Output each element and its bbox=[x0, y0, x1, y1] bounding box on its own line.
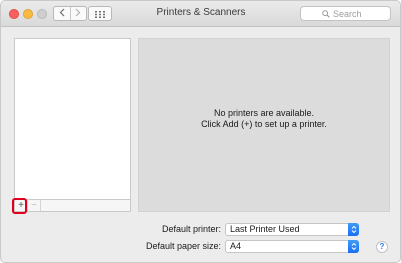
title-bar: Printers & Scanners bbox=[1, 1, 400, 27]
search-field[interactable] bbox=[300, 6, 391, 21]
search-icon bbox=[322, 5, 330, 23]
default-printer-value: Last Printer Used bbox=[230, 224, 300, 234]
empty-state-line-2: Click Add (+) to set up a printer. bbox=[201, 119, 327, 129]
show-all-button[interactable] bbox=[88, 6, 112, 21]
up-down-chevron-icon bbox=[348, 223, 359, 236]
zoom-window-button[interactable] bbox=[37, 9, 47, 19]
default-printer-label: Default printer: bbox=[161, 224, 221, 234]
printers-scanners-window: Printers & Scanners + − No printers are … bbox=[0, 0, 401, 263]
paper-size-select[interactable]: A4 bbox=[225, 240, 359, 253]
grid-icon bbox=[95, 5, 105, 23]
default-printer-select[interactable]: Last Printer Used bbox=[225, 223, 359, 236]
empty-state-message: No printers are available. Click Add (+)… bbox=[139, 108, 389, 130]
window-title: Printers & Scanners bbox=[156, 7, 246, 18]
search-input[interactable] bbox=[333, 8, 369, 19]
paper-size-label: Default paper size: bbox=[145, 241, 221, 251]
back-button[interactable] bbox=[54, 7, 70, 20]
close-window-button[interactable] bbox=[9, 9, 19, 19]
chevron-right-icon bbox=[75, 8, 81, 20]
navigation-buttons bbox=[53, 6, 87, 21]
add-printer-button[interactable]: + bbox=[15, 200, 28, 211]
paper-size-value: A4 bbox=[230, 241, 242, 251]
chevron-left-icon bbox=[59, 8, 65, 20]
empty-state-line-1: No printers are available. bbox=[213, 108, 315, 118]
forward-button[interactable] bbox=[69, 7, 87, 20]
printer-list[interactable] bbox=[14, 38, 131, 199]
remove-printer-button[interactable]: − bbox=[28, 200, 41, 211]
minimize-window-button[interactable] bbox=[23, 9, 33, 19]
printer-detail-panel: No printers are available. Click Add (+)… bbox=[138, 38, 390, 212]
help-button[interactable]: ? bbox=[376, 241, 388, 253]
printer-list-toolbar: + − bbox=[14, 199, 131, 212]
up-down-chevron-icon bbox=[348, 240, 359, 253]
